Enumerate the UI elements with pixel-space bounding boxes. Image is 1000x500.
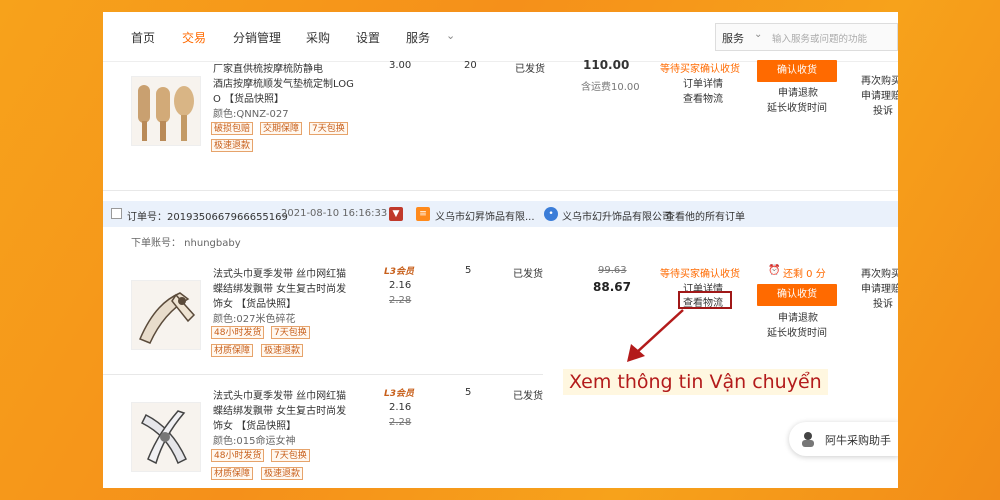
product-color: 颜色:015命运女神 [213, 436, 296, 447]
unit-price: 3.00 [389, 60, 412, 71]
complaint-link[interactable]: 投诉 [873, 102, 893, 117]
service-search[interactable]: 服务 ⌄ 输入服务或问题的功能 [715, 23, 898, 51]
refund-link[interactable]: 申请退款 [778, 309, 818, 324]
quantity: 5 [465, 387, 472, 398]
order-number: 订单号：2019350667966655169 [127, 212, 288, 223]
extend-receipt-link[interactable]: 延长收货时间 [767, 99, 827, 114]
product-title-line[interactable]: 厂家直供梳按摩梳防静电 [213, 60, 323, 75]
scarf-image-icon [139, 292, 196, 344]
view-all-orders-link[interactable]: 查看他的所有订单 [665, 208, 745, 223]
quantity: 5 [465, 265, 472, 276]
service-tag: 材质保障 [211, 467, 254, 480]
product-title-line[interactable]: 蝶结绑发飘带 女生复古时尚发 [213, 280, 346, 295]
assistant-label: 阿牛采购助手 [825, 434, 891, 447]
service-tag: 极速退款 [211, 139, 254, 152]
divider [103, 190, 898, 191]
service-tag: 极速退款 [261, 467, 304, 480]
purchase-assistant-button[interactable]: 阿牛采购助手 [789, 422, 898, 456]
product-title-line[interactable]: 饰女 【货品快照】 [213, 417, 296, 432]
nav-distribution[interactable]: 分销管理 [233, 29, 281, 46]
seller-name-link[interactable]: 义乌市幻昇饰品有限... [435, 208, 535, 223]
nav-trade[interactable]: 交易 [182, 29, 206, 46]
shipping-note: 含运费10.00 [581, 82, 640, 93]
ship-status: 已发货 [513, 391, 543, 402]
unit-price: 2.16 [389, 280, 412, 291]
confirm-receipt-button[interactable]: 确认收货 [757, 284, 837, 306]
buyer-account: 下单账号： nhungbaby [131, 238, 241, 249]
service-tag: 7天包换 [271, 326, 310, 339]
order-checkbox[interactable] [111, 208, 122, 219]
search-category-select[interactable]: 服务 [722, 30, 744, 46]
shop-verified-icon: ≡ [416, 207, 430, 221]
claim-link[interactable]: 申请理赔 [861, 87, 898, 102]
rebuy-link[interactable]: 再次购买 [861, 72, 898, 87]
extend-receipt-link[interactable]: 延长收货时间 [767, 324, 827, 339]
service-tag: 破损包赔 [211, 122, 254, 135]
complaint-link[interactable]: 投诉 [873, 295, 893, 310]
order-date: 2021-08-10 16:16:33 [281, 208, 388, 219]
order-total: 110.00 [583, 58, 630, 72]
product-thumbnail-comb[interactable] [131, 76, 201, 146]
product-thumbnail-scarf[interactable] [131, 280, 201, 350]
search-input[interactable]: 输入服务或问题的功能 [772, 31, 867, 45]
confirm-receipt-button[interactable]: 确认收货 [757, 60, 837, 82]
product-color: 颜色:QNNZ-027 [213, 109, 289, 120]
annotation-label: Xem thông tin Vận chuyển [563, 369, 828, 395]
order-total: 88.67 [593, 280, 631, 294]
unit-price: 2.16 [389, 402, 412, 413]
product-title-line[interactable]: 法式头巾夏季发带 丝巾网红猫 [213, 387, 346, 402]
original-unit-price: 2.28 [389, 295, 412, 306]
ship-status: 已发货 [513, 269, 543, 280]
order-header-bar: 订单号：2019350667966655169 2021-08-10 16:16… [103, 201, 898, 227]
order-status: 等待买家确认收货 [660, 269, 740, 280]
service-tag: 交期保障 [260, 122, 303, 135]
product-title-line[interactable]: 蝶结绑发飘带 女生复古时尚发 [213, 402, 346, 417]
product-title-line[interactable]: 饰女 【货品快照】 [213, 295, 296, 310]
top-nav: 首页 交易 分销管理 采购 设置 服务 ⌄ 服务 ⌄ 输入服务或问题的功能 [103, 12, 898, 62]
view-logistics-link[interactable]: 查看物流 [683, 90, 723, 105]
member-level-badge: L3会员 [384, 389, 414, 399]
alarm-clock-icon: ⏰ [768, 265, 781, 276]
shop-badge-icon: ▼ [389, 207, 403, 221]
product-color: 颜色:027米色碎花 [213, 314, 296, 325]
nav-settings[interactable]: 设置 [356, 29, 380, 46]
service-tag: 48小时发货 [211, 449, 265, 462]
service-tag: 极速退款 [261, 344, 304, 357]
quantity: 20 [464, 60, 477, 71]
rebuy-link[interactable]: 再次购买 [861, 265, 898, 280]
ship-status: 已发货 [515, 64, 545, 75]
chat-icon[interactable]: • [544, 207, 558, 221]
service-tag: 7天包换 [309, 122, 348, 135]
seller-company-link[interactable]: 义乌市幻升饰品有限公司 [562, 208, 672, 223]
product-thumbnail-scarf[interactable] [131, 402, 201, 472]
nav-home[interactable]: 首页 [131, 29, 155, 46]
chevron-down-icon[interactable]: ⌄ [754, 29, 762, 40]
confirm-timer: 还剩 0 分 [783, 269, 826, 280]
refund-link[interactable]: 申请退款 [778, 84, 818, 99]
comb-image-icon [138, 85, 194, 141]
assistant-avatar-icon [802, 432, 814, 447]
service-tag: 材质保障 [211, 344, 254, 357]
member-level-badge: L3会员 [384, 267, 414, 277]
nav-purchase[interactable]: 采购 [306, 29, 330, 46]
order-page: 首页 交易 分销管理 采购 设置 服务 ⌄ 服务 ⌄ 输入服务或问题的功能 厂家… [103, 12, 898, 488]
original-order-total: 99.63 [598, 265, 627, 276]
order-status: 等待买家确认收货 [660, 64, 740, 75]
product-title-line[interactable]: O 【货品快照】 [213, 90, 284, 105]
service-tag: 48小时发货 [211, 326, 265, 339]
scarf-image-icon [140, 410, 187, 465]
annotation-arrow-icon [627, 309, 684, 362]
nav-services[interactable]: 服务 [406, 29, 430, 46]
chevron-down-icon[interactable]: ⌄ [446, 29, 455, 42]
divider [103, 374, 543, 375]
product-title-line[interactable]: 酒店按摩梳顺发气垫梳定制LOG [213, 75, 354, 90]
product-title-line[interactable]: 法式头巾夏季发带 丝巾网红猫 [213, 265, 346, 280]
order-detail-link[interactable]: 订单详情 [683, 75, 723, 90]
claim-link[interactable]: 申请理赔 [861, 280, 898, 295]
original-unit-price: 2.28 [389, 417, 412, 428]
service-tag: 7天包换 [271, 449, 310, 462]
